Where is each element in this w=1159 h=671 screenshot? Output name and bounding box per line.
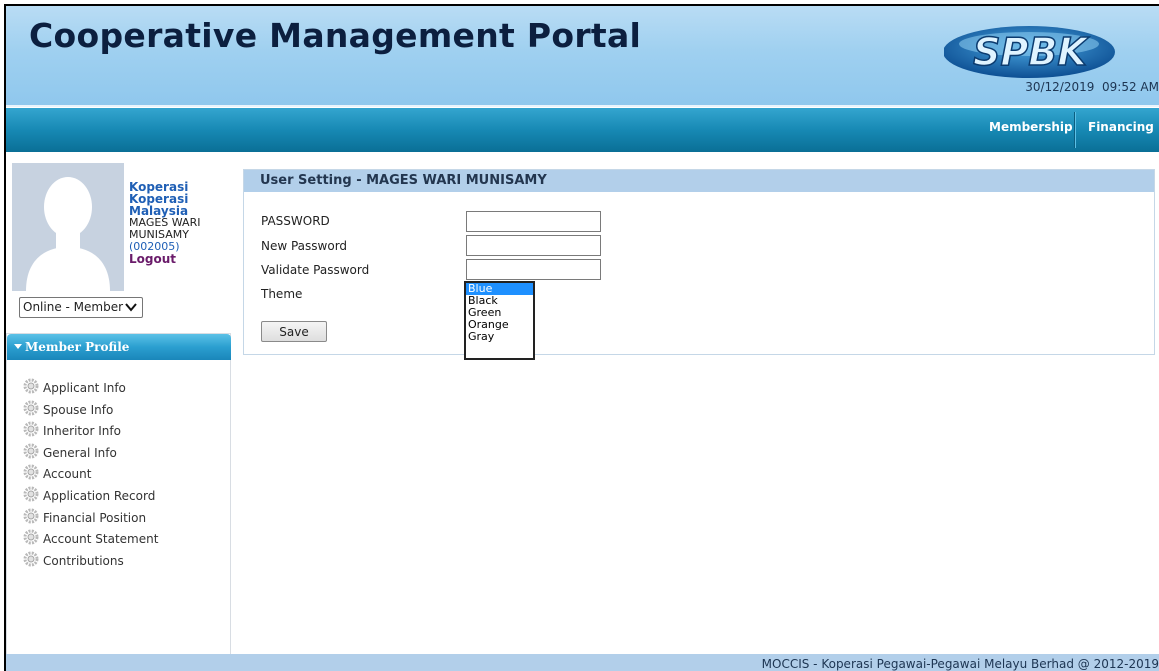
menu-item-general-info[interactable]: General Info — [21, 443, 158, 465]
gear-icon — [23, 464, 39, 480]
gear-icon — [23, 443, 39, 459]
logout-link[interactable]: Logout — [129, 253, 229, 265]
avatar — [12, 163, 124, 291]
menu-item-application-record[interactable]: Application Record — [21, 486, 158, 508]
menu-item-spouse-info[interactable]: Spouse Info — [21, 400, 158, 422]
gear-icon — [23, 551, 39, 567]
site-title: Cooperative Management Portal — [29, 16, 642, 55]
spbk-logo: SPBK — [944, 26, 1115, 78]
gear-icon — [23, 508, 39, 524]
user-setting-panel: User Setting - MAGES WARI MUNISAMY PASSW… — [243, 169, 1155, 355]
password-input[interactable] — [466, 211, 601, 232]
triangle-down-icon — [14, 344, 22, 349]
theme-option-gray[interactable]: Gray — [466, 331, 533, 343]
nav-divider-highlight — [1075, 112, 1076, 148]
current-time: 09:52 AM — [1102, 80, 1159, 94]
menu-item-label: Financial Position — [43, 510, 147, 525]
user-card: Koperasi Koperasi Malaysia MAGES WARI MU… — [12, 163, 230, 313]
chevron-down-icon — [125, 303, 137, 312]
member-profile-header[interactable]: Member Profile — [7, 334, 231, 360]
member-profile-panel: Member Profile Applicant Info Spouse Inf… — [6, 333, 231, 662]
menu-item-applicant-info[interactable]: Applicant Info — [21, 378, 158, 400]
site-header: Cooperative Management Portal SPBK 30/12… — [6, 6, 1159, 108]
new-password-label: New Password — [261, 239, 348, 253]
menu-item-account[interactable]: Account — [21, 464, 158, 486]
gear-icon — [23, 486, 39, 502]
menu-item-account-statement[interactable]: Account Statement — [21, 529, 158, 551]
theme-label: Theme — [261, 287, 303, 301]
nav-membership[interactable]: Membership — [989, 120, 1073, 134]
footer: MOCCIS - Koperasi Pegawai-Pegawai Melayu… — [6, 654, 1159, 671]
current-date: 30/12/2019 — [1025, 80, 1095, 94]
gear-icon — [23, 529, 39, 545]
gear-icon — [23, 421, 39, 437]
menu-item-label: General Info — [43, 445, 117, 460]
date-time: 30/12/2019 09:52 AM — [1025, 80, 1159, 94]
member-profile-title: Member Profile — [25, 340, 130, 354]
status-select[interactable]: Online - Member — [19, 297, 143, 318]
new-password-input[interactable] — [466, 235, 601, 256]
menu-item-label: Account — [43, 467, 92, 482]
menu-item-label: Spouse Info — [43, 402, 114, 417]
menu-item-label: Application Record — [43, 488, 156, 503]
status-selected-value: Online - Member — [23, 300, 124, 314]
menu-item-label: Inheritor Info — [43, 424, 121, 439]
top-nav: Membership Financing — [6, 108, 1159, 152]
menu-item-inheritor-info[interactable]: Inheritor Info — [21, 421, 158, 443]
validate-password-input[interactable] — [466, 259, 601, 280]
nav-financing[interactable]: Financing — [1088, 120, 1154, 134]
logo-text: SPBK — [973, 30, 1089, 74]
app-window: Cooperative Management Portal SPBK 30/12… — [4, 4, 1159, 671]
gear-icon — [23, 378, 39, 394]
user-info: Koperasi Koperasi Malaysia MAGES WARI MU… — [129, 181, 229, 265]
user-setting-title: User Setting - MAGES WARI MUNISAMY — [260, 173, 547, 188]
theme-dropdown-list[interactable]: Blue Black Green Orange Gray — [464, 281, 535, 360]
menu-item-label: Account Statement — [43, 532, 159, 547]
save-button[interactable]: Save — [261, 321, 327, 342]
password-label: PASSWORD — [261, 214, 330, 228]
validate-password-label: Validate Password — [261, 263, 370, 277]
footer-text: MOCCIS - Koperasi Pegawai-Pegawai Melayu… — [761, 657, 1159, 671]
member-profile-menu: Applicant Info Spouse Info Inheritor Inf… — [21, 378, 158, 572]
menu-item-financial-position[interactable]: Financial Position — [21, 508, 158, 530]
menu-item-label: Applicant Info — [43, 381, 126, 395]
menu-item-label: Contributions — [43, 553, 124, 568]
user-setting-header: User Setting - MAGES WARI MUNISAMY — [244, 170, 1154, 192]
menu-item-contributions[interactable]: Contributions — [21, 551, 158, 573]
gear-icon — [23, 400, 39, 416]
